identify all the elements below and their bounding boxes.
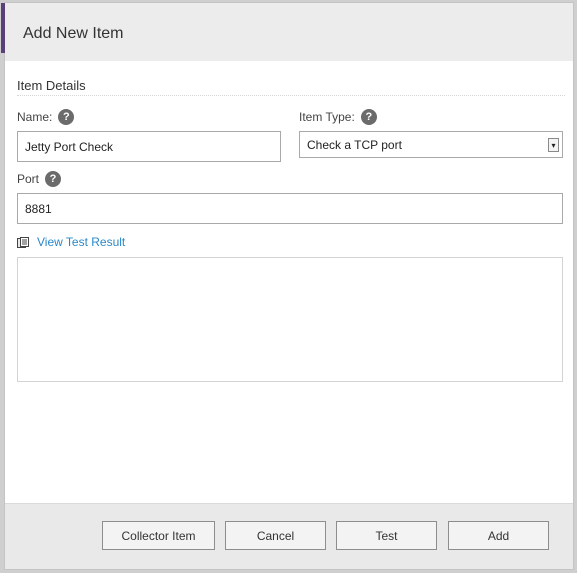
test-button[interactable]: Test <box>336 521 437 550</box>
section-divider <box>17 95 565 96</box>
view-test-result-link[interactable]: View Test Result <box>17 235 125 249</box>
name-help-icon[interactable]: ? <box>58 109 75 125</box>
port-input[interactable]: 8881 <box>17 193 563 224</box>
name-label-row: Name: ? <box>17 109 75 125</box>
document-icon <box>17 236 29 248</box>
item-type-select[interactable]: Check a TCP port ▾ <box>299 131 563 158</box>
add-button[interactable]: Add <box>448 521 549 550</box>
dialog-footer: Collector Item Cancel Test Add <box>5 503 573 569</box>
name-input[interactable]: Jetty Port Check <box>17 131 281 162</box>
section-title: Item Details <box>17 78 86 93</box>
item-type-label: Item Type: <box>299 110 355 124</box>
cancel-button[interactable]: Cancel <box>225 521 326 550</box>
port-help-icon[interactable]: ? <box>45 171 62 187</box>
name-input-value: Jetty Port Check <box>25 139 114 154</box>
name-label: Name: <box>17 110 53 124</box>
port-label: Port <box>17 172 40 186</box>
item-type-select-value: Check a TCP port <box>307 137 402 152</box>
port-input-value: 8881 <box>25 201 52 216</box>
dropdown-arrow-icon[interactable]: ▾ <box>548 138 559 152</box>
dialog-header: Add New Item <box>5 3 573 61</box>
add-item-dialog: Add New Item Item Details Name: ? Jetty … <box>1 2 574 570</box>
collector-item-button[interactable]: Collector Item <box>102 521 215 550</box>
item-type-help-icon[interactable]: ? <box>360 109 377 125</box>
item-type-label-row: Item Type: ? <box>299 109 377 125</box>
dialog-title: Add New Item <box>23 25 124 42</box>
port-label-row: Port ? <box>17 171 62 187</box>
test-result-output[interactable] <box>17 257 563 382</box>
view-test-result-label: View Test Result <box>37 235 126 249</box>
